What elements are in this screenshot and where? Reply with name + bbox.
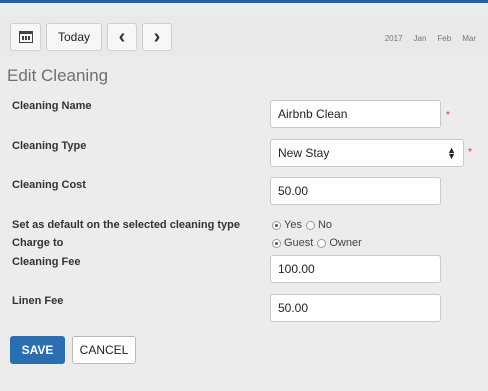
month-label[interactable]: Jan xyxy=(414,34,427,43)
cleaning-cost-label: Cleaning Cost xyxy=(12,179,86,191)
radio-no[interactable] xyxy=(305,220,315,230)
charge-to-label: Charge to xyxy=(12,237,64,249)
linen-fee-label: Linen Fee xyxy=(12,295,64,307)
today-button[interactable]: Today xyxy=(46,23,102,51)
next-button[interactable]: › xyxy=(142,23,172,51)
cleaning-fee-label: Cleaning Fee xyxy=(12,256,81,268)
cleaning-type-label: Cleaning Type xyxy=(12,140,87,152)
top-border xyxy=(0,0,488,3)
default-type-radio-group: Yes No xyxy=(272,219,336,231)
calendar-button[interactable] xyxy=(10,23,41,51)
linen-fee-value: 50.00 xyxy=(278,301,309,315)
year-label: 2017 xyxy=(384,34,403,43)
chevron-left-icon: ‹ xyxy=(118,26,126,48)
radio-no-label: No xyxy=(317,219,333,231)
calendar-toolbar: Today ‹ › 2017 Jan Feb Mar xyxy=(0,16,488,56)
charge-owner-option[interactable]: Owner xyxy=(317,237,362,249)
cleaning-name-input[interactable]: Airbnb Clean xyxy=(270,100,441,128)
timeline-header: 2017 Jan Feb Mar xyxy=(385,34,476,43)
required-marker: * xyxy=(446,110,450,121)
prev-button[interactable]: ‹ xyxy=(107,23,137,51)
cleaning-type-select[interactable]: New Stay ▲ ▼ xyxy=(270,139,464,167)
default-yes-option[interactable]: Yes xyxy=(272,219,302,231)
radio-owner-label: Owner xyxy=(329,237,362,249)
save-button[interactable]: SAVE xyxy=(10,336,65,364)
radio-guest[interactable] xyxy=(272,238,281,248)
charge-to-radio-group: Guest Owner xyxy=(272,237,366,249)
default-no-option[interactable]: No xyxy=(305,219,333,231)
cleaning-cost-input[interactable]: 50.00 xyxy=(270,177,441,205)
cleaning-fee-value: 100.00 xyxy=(278,262,315,276)
month-label[interactable]: Mar xyxy=(462,34,476,43)
cleaning-type-value: New Stay xyxy=(278,146,330,160)
linen-fee-input[interactable]: 50.00 xyxy=(270,294,441,322)
calendar-icon xyxy=(18,31,33,43)
radio-yes[interactable] xyxy=(272,220,281,230)
page-title: Edit Cleaning xyxy=(7,66,109,85)
cleaning-cost-value: 50.00 xyxy=(278,184,309,198)
cleaning-name-value: Airbnb Clean xyxy=(278,107,348,121)
select-arrows-icon: ▲ ▼ xyxy=(447,145,456,161)
radio-owner[interactable] xyxy=(317,238,327,248)
charge-guest-option[interactable]: Guest xyxy=(272,237,313,249)
radio-yes-label: Yes xyxy=(284,219,302,231)
required-marker: * xyxy=(468,147,472,158)
default-type-label: Set as default on the selected cleaning … xyxy=(12,219,241,231)
month-label[interactable]: Feb xyxy=(437,34,451,43)
chevron-right-icon: › xyxy=(153,26,161,48)
radio-guest-label: Guest xyxy=(284,237,314,249)
cancel-button[interactable]: CANCEL xyxy=(72,336,136,364)
cleaning-name-label: Cleaning Name xyxy=(12,100,92,112)
cleaning-fee-input[interactable]: 100.00 xyxy=(270,255,441,283)
